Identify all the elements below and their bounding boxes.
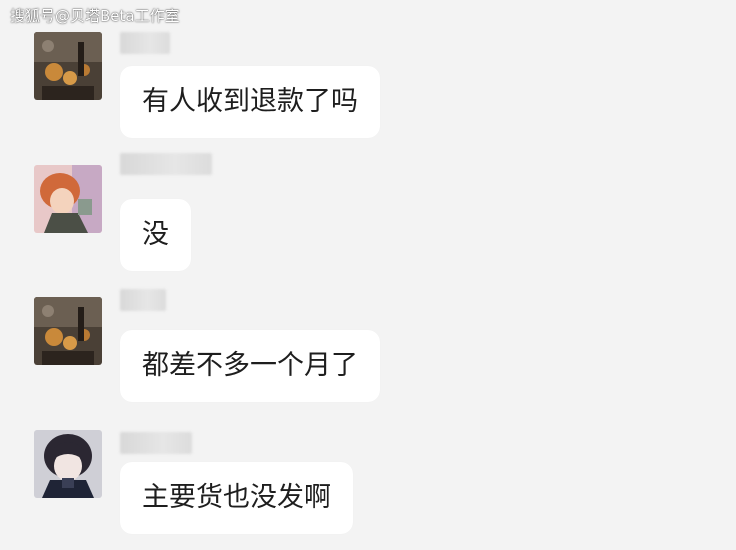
message-bubble: 主要货也没发啊	[120, 462, 353, 534]
watermark-text: 搜狐号@贝塔Beta工作室	[10, 7, 180, 25]
dark-anime-avatar-icon[interactable]	[34, 297, 102, 365]
orange-hair-anime-avatar-icon[interactable]	[34, 165, 102, 233]
blurred-username	[120, 432, 192, 454]
blurred-username	[120, 289, 166, 311]
dark-hair-boy-avatar-icon[interactable]	[34, 430, 102, 498]
message-bubble: 没	[120, 199, 191, 271]
message-bubble: 有人收到退款了吗	[120, 66, 380, 138]
message-bubble: 都差不多一个月了	[120, 330, 380, 402]
blurred-username	[120, 153, 212, 175]
dark-anime-avatar-icon[interactable]	[34, 32, 102, 100]
blurred-username	[120, 32, 170, 54]
